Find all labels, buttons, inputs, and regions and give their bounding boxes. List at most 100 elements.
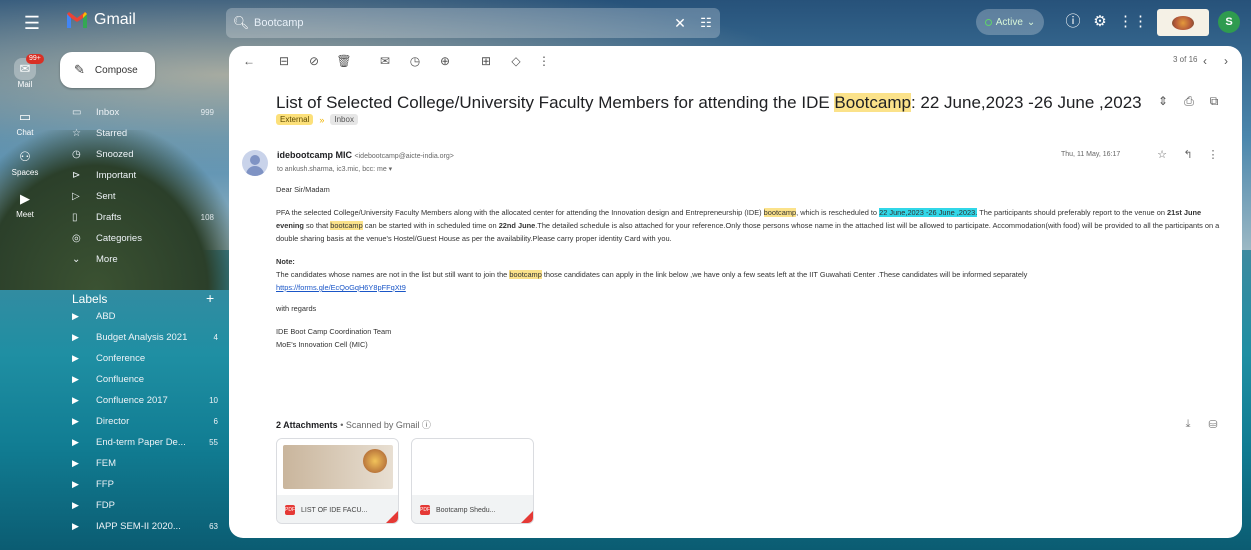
help-icon[interactable]: ⓘ (1063, 12, 1083, 32)
scanned-note: • Scanned by Gmail ⓘ (337, 420, 431, 430)
greeting: Dear Sir/Madam (276, 185, 330, 194)
gmail-logo[interactable]: Gmail (66, 11, 136, 29)
label-name: IAPP SEM-II 2020... (96, 521, 181, 532)
print-icon[interactable]: ⎙ (1181, 94, 1197, 109)
label-item[interactable]: ▶ FEM (72, 453, 222, 474)
settings-icon[interactable]: ⚙ (1090, 12, 1110, 32)
rail-item-chat[interactable]: ▭ Chat (6, 106, 44, 137)
avatar-body (246, 166, 264, 176)
nav-item-snoozed[interactable]: ◷ Snoozed (60, 144, 220, 165)
page-fold-icon (521, 511, 533, 523)
chevron-down-icon[interactable]: ▾ (389, 166, 393, 173)
star-icon: ☆ (72, 128, 81, 139)
star-icon[interactable]: ☆ (1155, 148, 1169, 161)
label-item[interactable]: ▶ FDP (72, 495, 222, 516)
external-chip: External (276, 114, 314, 125)
label-item[interactable]: ▶ Conference (72, 348, 222, 369)
search-input[interactable]: Bootcamp (254, 17, 668, 29)
nav-item-categories[interactable]: ◎ Categories (60, 228, 220, 249)
main-menu-icon[interactable]: ☰ (22, 13, 42, 33)
label-name: Director (96, 416, 130, 427)
sender-avatar[interactable] (242, 150, 268, 176)
nav-item-important[interactable]: ⊳ Important (60, 165, 220, 186)
label-item[interactable]: ▶ IAPP SEM-II 2020... 63 (72, 516, 222, 537)
closing: with regards (276, 304, 317, 313)
search-options-icon[interactable]: ☷ (692, 15, 720, 31)
nav-item-more[interactable]: ⌄ More (60, 249, 220, 270)
date-highlight: 22 June,2023 -26 June ,2023. (879, 208, 978, 217)
chevron-down-icon: ⌄ (72, 254, 81, 265)
nav-item-drafts[interactable]: ▯ Drafts 108 (60, 207, 220, 228)
more-vert-icon[interactable]: ⋮ (536, 53, 552, 69)
attachments-header: 2 Attachments • Scanned by Gmail ⓘ (276, 418, 431, 431)
label-tag-icon: ▶ (72, 416, 79, 426)
label-tag-icon: ▶ (72, 521, 79, 531)
label-tag-icon: ▶ (72, 311, 79, 321)
expand-all-icon[interactable]: ⇕ (1155, 94, 1171, 108)
nav-item-starred[interactable]: ☆ Starred (60, 123, 220, 144)
open-new-window-icon[interactable]: ⧉ (1206, 94, 1222, 109)
importance-arrow-icon[interactable]: » (319, 115, 324, 125)
sender-name[interactable]: idebootcamp MIC (277, 150, 352, 160)
label-name: Budget Analysis 2021 (96, 332, 188, 343)
rail-item-meet[interactable]: ▶ Meet (6, 188, 44, 219)
label-item[interactable]: ▶ End-term Paper De... 55 (72, 432, 222, 453)
search-bar[interactable]: 🔍︎ Bootcamp ✕ ☷ (226, 8, 720, 38)
status-button[interactable]: Active ⌄ (976, 9, 1044, 35)
reply-icon[interactable]: ↰ (1181, 148, 1195, 161)
label-item[interactable]: ▶ Budget Analysis 2021 4 (72, 327, 222, 348)
search-highlight: bootcamp (763, 208, 797, 217)
attachment-card[interactable]: PDF LIST OF IDE FACU... (276, 438, 399, 524)
archive-icon[interactable]: ⊟ (276, 53, 292, 69)
subject-text: List of Selected College/University Facu… (276, 93, 835, 112)
move-to-icon[interactable]: ⊞ (478, 53, 494, 69)
apps-grid-icon[interactable]: ⋮⋮ (1118, 12, 1148, 32)
form-link[interactable]: https://forms.gle/EcQoGqH6Y8pFFqXt9 (276, 283, 406, 292)
label-item[interactable]: ▶ Confluence (72, 369, 222, 390)
rail-item-spaces[interactable]: ⚇ Spaces (6, 146, 44, 177)
more-vert-icon[interactable]: ⋮ (1206, 148, 1220, 161)
label-name: ABD (96, 311, 116, 322)
add-to-drive-icon[interactable]: ⛁ (1206, 418, 1220, 431)
prev-page-icon[interactable]: ‹ (1197, 53, 1213, 69)
add-label-icon[interactable]: + (206, 290, 214, 306)
label-name: Conference (96, 353, 146, 364)
attachment-thumbnail (412, 439, 533, 495)
account-avatar[interactable]: S (1218, 11, 1240, 33)
label-tag-icon: ▶ (72, 332, 79, 342)
label-name: Confluence 2017 (96, 395, 168, 406)
body-bold: 22nd June (498, 221, 536, 230)
label-tag-icon: ▶ (72, 458, 79, 468)
label-item[interactable]: ▶ FFP (72, 474, 222, 495)
top-bar: ☰ Gmail 🔍︎ Bootcamp ✕ ☷ Active ⌄ ⓘ ⚙ ⋮⋮ … (0, 0, 1251, 46)
clear-search-icon[interactable]: ✕ (668, 15, 692, 32)
recipients[interactable]: to ankush.sharma, ic3.mic, bcc: me ▾ (277, 165, 392, 173)
mark-unread-icon[interactable]: ✉ (377, 53, 393, 69)
next-page-icon[interactable]: › (1218, 53, 1234, 69)
compose-button[interactable]: ✎ Compose (60, 52, 155, 88)
search-icon[interactable]: 🔍︎ (228, 15, 254, 31)
inbox-chip[interactable]: Inbox (330, 114, 358, 125)
label-item[interactable]: ▶ Director 6 (72, 411, 222, 432)
app-rail: ✉ 99+ Mail ▭ Chat ⚇ Spaces ▶ Meet (0, 46, 50, 550)
label-item[interactable]: ▶ ABD (72, 306, 222, 327)
chat-icon: ▭ (18, 109, 32, 124)
back-arrow-icon[interactable]: ← (241, 53, 257, 69)
report-spam-icon[interactable]: ⊘ (306, 53, 322, 69)
snooze-icon[interactable]: ◷ (407, 53, 423, 69)
label-icon[interactable]: ◇ (508, 53, 524, 69)
delete-icon[interactable]: 🗑︎ (336, 53, 352, 69)
label-tag-icon: ▶ (72, 500, 79, 510)
label-tag-icon: ▶ (72, 437, 79, 447)
nav-label: Important (96, 170, 137, 181)
download-all-icon[interactable]: ⤓ (1181, 418, 1195, 431)
label-item[interactable]: ▶ Confluence 2017 10 (72, 390, 222, 411)
nav-item-inbox[interactable]: ▭ Inbox 999 (60, 102, 220, 123)
organization-logo[interactable] (1157, 9, 1209, 36)
nav-label: Inbox (96, 107, 120, 118)
message-toolbar: ← ⊟ ⊘ 🗑︎ ✉ ◷ ⊕ ⊞ ◇ ⋮ 3 of 16 ‹ › (229, 46, 1242, 76)
attachment-card[interactable]: PDF Bootcamp Shedu... (411, 438, 534, 524)
nav-item-sent[interactable]: ▷ Sent (60, 186, 220, 207)
rail-item-mail[interactable]: ✉ 99+ Mail (6, 54, 44, 89)
add-task-icon[interactable]: ⊕ (437, 53, 453, 69)
